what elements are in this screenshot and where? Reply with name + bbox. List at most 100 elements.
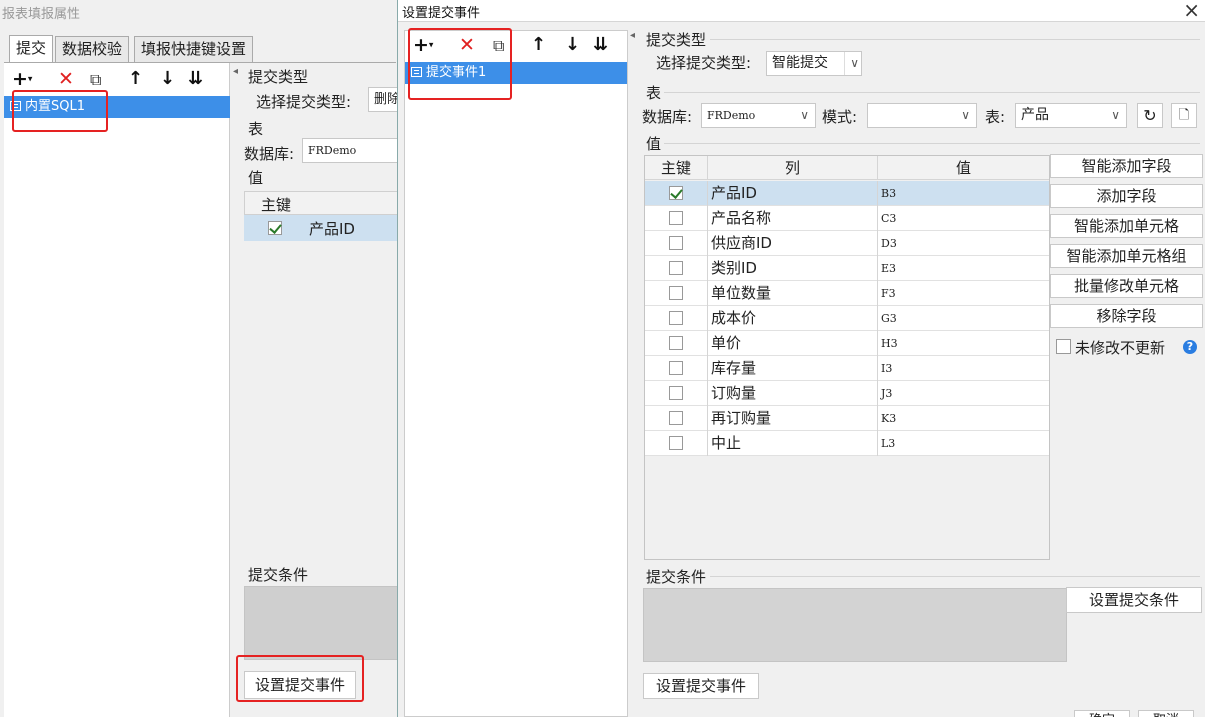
condition-area[interactable] xyxy=(643,588,1067,662)
primary-key-checkbox[interactable] xyxy=(669,286,683,300)
pk-header: 主键 xyxy=(261,196,292,214)
cell-value[interactable]: G3 xyxy=(877,306,1049,331)
cell-value[interactable]: F3 xyxy=(877,281,1049,306)
add-field-button[interactable]: 添加字段 xyxy=(1050,184,1203,208)
primary-key-checkbox[interactable] xyxy=(669,436,683,450)
event-list[interactable]: +▾ ✕ ⧉ ↑ ↓ ⇊ 提交事件1 xyxy=(404,30,628,717)
mode-select[interactable]: ∨ xyxy=(867,103,977,128)
select-submit-type-label: 选择提交类型: xyxy=(656,54,752,72)
submit-type-section-label: 提交类型 xyxy=(248,68,309,86)
copy-icon[interactable]: ⧉ xyxy=(90,69,101,91)
dialog-titlebar: 设置提交事件 × xyxy=(398,0,1205,22)
primary-key-checkbox[interactable] xyxy=(669,386,683,400)
table-row[interactable]: 产品名称 C3 xyxy=(645,206,1049,231)
collapse-handle-icon[interactable]: ◂ xyxy=(233,66,238,77)
column-name[interactable]: 单位数量 xyxy=(707,281,877,306)
primary-key-checkbox[interactable] xyxy=(669,411,683,425)
column-name[interactable]: 产品名称 xyxy=(707,206,877,231)
back-event-list[interactable]: +▾ ✕ ⧉ ↑ ↓ ⇊ 内置SQL1 xyxy=(4,63,230,717)
column-name[interactable]: 成本价 xyxy=(707,306,877,331)
no-update-unmodified-checkbox[interactable] xyxy=(1056,339,1071,354)
preview-table-icon[interactable]: 🗋 xyxy=(1171,103,1197,128)
move-down-icon[interactable]: ↓ xyxy=(565,34,580,56)
smart-add-cell-group-button[interactable]: 智能添加单元格组 xyxy=(1050,244,1203,268)
move-up-icon[interactable]: ↑ xyxy=(128,68,143,90)
remove-field-button[interactable]: 移除字段 xyxy=(1050,304,1203,328)
table-row[interactable]: 产品ID xyxy=(244,215,404,241)
primary-key-checkbox[interactable] xyxy=(669,261,683,275)
table-row[interactable]: 中止 L3 xyxy=(645,431,1049,456)
primary-key-checkbox[interactable] xyxy=(669,236,683,250)
table-row[interactable]: 单价 H3 xyxy=(645,331,1049,356)
back-list-toolbar: +▾ ✕ ⧉ ↑ ↓ ⇊ xyxy=(12,68,212,92)
primary-key-checkbox[interactable] xyxy=(669,336,683,350)
set-submit-condition-button[interactable]: 设置提交条件 xyxy=(1066,587,1202,613)
table-value: 产品 xyxy=(1021,107,1049,123)
cell-value[interactable]: H3 xyxy=(877,331,1049,356)
table-row[interactable]: 再订购量 K3 xyxy=(645,406,1049,431)
smart-add-field-button[interactable]: 智能添加字段 xyxy=(1050,154,1203,178)
column-name[interactable]: 中止 xyxy=(707,431,877,456)
table-row[interactable]: 成本价 G3 xyxy=(645,306,1049,331)
primary-key-checkbox[interactable] xyxy=(669,211,683,225)
collapse-handle-icon[interactable]: ◂ xyxy=(630,30,635,41)
tab-submit[interactable]: 提交 xyxy=(9,35,54,63)
cell-value[interactable]: K3 xyxy=(877,406,1049,431)
table-row[interactable]: 订购量 J3 xyxy=(645,381,1049,406)
cell-value[interactable]: E3 xyxy=(877,256,1049,281)
close-icon[interactable]: × xyxy=(1183,0,1200,22)
move-bottom-icon[interactable]: ⇊ xyxy=(593,34,608,56)
database-value: FRDemo xyxy=(707,109,756,122)
cell-value[interactable]: L3 xyxy=(877,431,1049,456)
batch-modify-cell-button[interactable]: 批量修改单元格 xyxy=(1050,274,1203,298)
column-name[interactable]: 订购量 xyxy=(707,381,877,406)
condition-area[interactable] xyxy=(244,586,404,660)
column-name[interactable]: 单价 xyxy=(707,331,877,356)
condition-section-label: 提交条件 xyxy=(248,566,309,584)
table-row[interactable]: 类别ID E3 xyxy=(645,256,1049,281)
tab-shortcut-settings[interactable]: 填报快捷键设置 xyxy=(134,36,254,62)
value-section-label: 值 xyxy=(646,135,662,153)
condition-section-label: 提交条件 xyxy=(646,568,707,586)
primary-key-cell xyxy=(645,231,707,256)
column-name[interactable]: 产品ID xyxy=(707,181,877,206)
help-icon[interactable]: ? xyxy=(1183,338,1197,354)
column-name[interactable]: 库存量 xyxy=(707,356,877,381)
cell-value[interactable]: I3 xyxy=(877,356,1049,381)
table-row[interactable]: 库存量 I3 xyxy=(645,356,1049,381)
table-row[interactable]: 供应商ID D3 xyxy=(645,231,1049,256)
primary-key-checkbox[interactable] xyxy=(669,186,683,200)
cancel-button[interactable]: 取消 xyxy=(1138,710,1194,717)
submit-type-section-label: 提交类型 xyxy=(646,31,707,49)
primary-key-cell xyxy=(645,306,707,331)
table-row[interactable]: 产品ID B3 xyxy=(645,181,1049,206)
move-bottom-icon[interactable]: ⇊ xyxy=(188,68,203,90)
cell-value[interactable]: B3 xyxy=(877,181,1049,206)
highlight-box xyxy=(236,655,364,702)
tab-data-validation[interactable]: 数据校验 xyxy=(55,36,130,62)
column-name[interactable]: 再订购量 xyxy=(707,406,877,431)
cell-value[interactable]: D3 xyxy=(877,231,1049,256)
ok-button[interactable]: 确定 xyxy=(1074,710,1130,717)
column-name[interactable]: 类别ID xyxy=(707,256,877,281)
smart-add-cell-button[interactable]: 智能添加单元格 xyxy=(1050,214,1203,238)
submit-type-select[interactable]: 智能提交 ∨ xyxy=(766,51,862,76)
column-name[interactable]: 供应商ID xyxy=(707,231,877,256)
move-down-icon[interactable]: ↓ xyxy=(160,68,175,90)
primary-key-checkbox[interactable] xyxy=(669,361,683,375)
table-row[interactable]: 单位数量 F3 xyxy=(645,281,1049,306)
move-up-icon[interactable]: ↑ xyxy=(531,34,546,56)
primary-key-checkbox[interactable] xyxy=(669,311,683,325)
primary-key-checkbox[interactable] xyxy=(268,221,282,235)
set-submit-event-button[interactable]: 设置提交事件 xyxy=(643,673,759,699)
primary-key-cell xyxy=(645,431,707,456)
cell-value[interactable]: J3 xyxy=(877,381,1049,406)
cell-value[interactable]: C3 xyxy=(877,206,1049,231)
refresh-icon[interactable]: ↻ xyxy=(1137,103,1163,128)
add-icon[interactable]: +▾ xyxy=(12,68,32,91)
chevron-down-icon: ∨ xyxy=(1111,108,1120,122)
database-select[interactable]: FRDemo xyxy=(302,138,412,163)
delete-icon[interactable]: ✕ xyxy=(58,68,74,90)
table-select[interactable]: 产品 ∨ xyxy=(1015,103,1127,128)
database-select[interactable]: FRDemo ∨ xyxy=(701,103,816,128)
